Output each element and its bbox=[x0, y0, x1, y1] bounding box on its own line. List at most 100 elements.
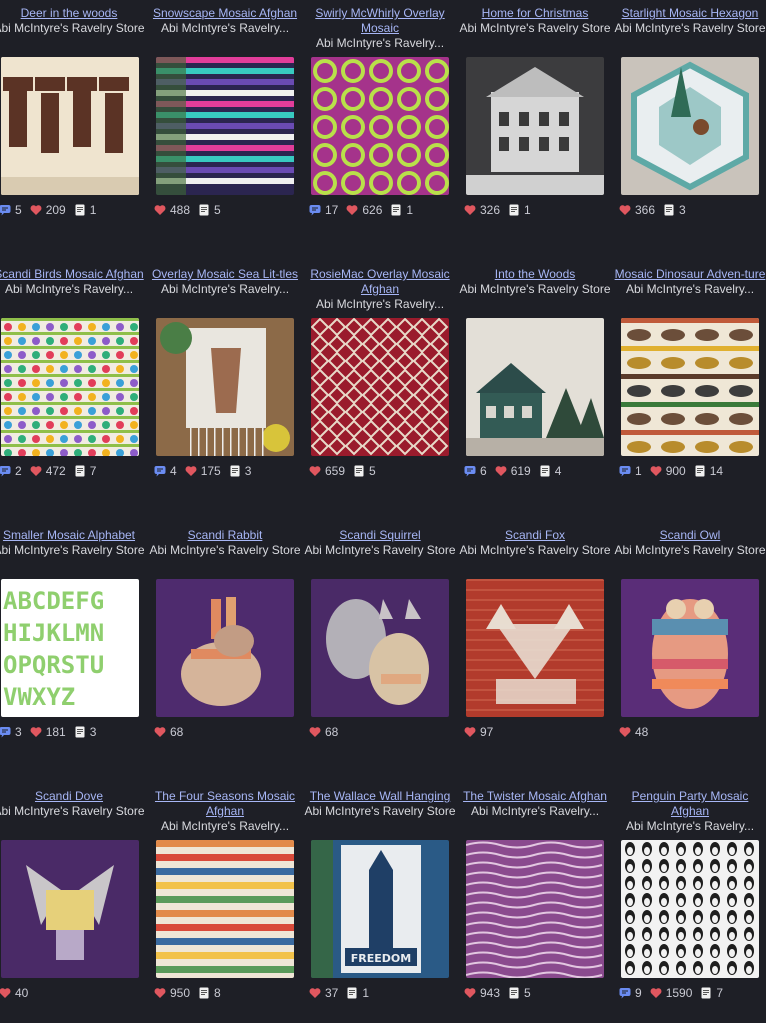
comments-stat[interactable]: 1 bbox=[619, 464, 642, 478]
projects-stat[interactable]: 3 bbox=[663, 203, 686, 217]
favorites-stat[interactable]: 40 bbox=[0, 986, 28, 1000]
comments-stat[interactable]: 6 bbox=[464, 464, 487, 478]
heart-icon bbox=[495, 466, 507, 476]
pattern-thumbnail[interactable] bbox=[466, 840, 604, 978]
pattern-thumbnail[interactable] bbox=[156, 57, 294, 195]
favorites-stat[interactable]: 366 bbox=[619, 203, 655, 217]
projects-stat[interactable]: 5 bbox=[353, 464, 376, 478]
pattern-title-link[interactable]: Deer in the woods bbox=[0, 6, 147, 21]
pattern-title-link[interactable]: Scandi Dove bbox=[0, 789, 147, 804]
store-name: Abi McIntyre's Ravelry Store bbox=[304, 543, 456, 557]
favorites-stat[interactable]: 175 bbox=[185, 464, 221, 478]
pattern-thumbnail[interactable] bbox=[311, 57, 449, 195]
favorites-stat[interactable]: 900 bbox=[650, 464, 686, 478]
pattern-title-link[interactable]: Scandi Rabbit bbox=[147, 528, 303, 543]
projects-stat[interactable]: 14 bbox=[694, 464, 723, 478]
pattern-thumbnail[interactable]: FREEDOM bbox=[311, 840, 449, 978]
pattern-title-link[interactable]: Mosaic Dinosaur Adven-ture bbox=[612, 267, 766, 282]
comments-stat[interactable]: 9 bbox=[619, 986, 642, 1000]
pattern-title-link[interactable]: Penguin Party Mosaic Afghan bbox=[612, 789, 766, 819]
favorites-stat[interactable]: 472 bbox=[30, 464, 66, 478]
projects-stat[interactable]: 1 bbox=[390, 203, 413, 217]
pattern-thumbnail[interactable] bbox=[621, 840, 759, 978]
pattern-stats: 97 bbox=[464, 724, 493, 740]
projects-stat[interactable]: 5 bbox=[508, 986, 531, 1000]
store-name: Abi McIntyre's Ravelry Store bbox=[614, 21, 766, 35]
pattern-thumbnail[interactable] bbox=[156, 318, 294, 456]
favorites-stat-count: 366 bbox=[635, 203, 656, 217]
projects-stat[interactable]: 8 bbox=[198, 986, 221, 1000]
projects-stat[interactable]: 1 bbox=[508, 203, 531, 217]
pattern-card: Scandi Squirrel Abi McIntyre's Ravelry St… bbox=[302, 528, 458, 558]
projects-stat[interactable]: 3 bbox=[229, 464, 251, 478]
comments-stat[interactable]: 3 bbox=[0, 725, 22, 739]
store-name: Abi McIntyre's Ravelry Store bbox=[304, 804, 456, 818]
pattern-title-link[interactable]: Smaller Mosaic Alphabet bbox=[0, 528, 147, 543]
pattern-thumbnail[interactable]: ABCDEFG HIJKLMN OPQRSTU VWXYZ bbox=[1, 579, 139, 717]
pattern-thumbnail[interactable] bbox=[311, 579, 449, 717]
pattern-thumbnail[interactable] bbox=[621, 57, 759, 195]
pattern-thumbnail[interactable] bbox=[466, 318, 604, 456]
comments-stat[interactable]: 4 bbox=[154, 464, 177, 478]
favorites-stat[interactable]: 950 bbox=[154, 986, 190, 1000]
favorites-stat[interactable]: 1590 bbox=[650, 986, 692, 1000]
pattern-title-link[interactable]: Home for Christmas bbox=[457, 6, 613, 21]
pattern-title-link[interactable]: Into the Woods bbox=[457, 267, 613, 282]
pattern-title-link[interactable]: The Twister Mosaic Afghan bbox=[457, 789, 613, 804]
heart-icon bbox=[0, 988, 11, 998]
pattern-thumbnail[interactable] bbox=[156, 579, 294, 717]
pattern-thumbnail[interactable] bbox=[466, 57, 604, 195]
projects-stat-count: 5 bbox=[214, 203, 221, 217]
projects-stat[interactable]: 4 bbox=[539, 464, 561, 478]
pattern-title-link[interactable]: The Wallace Wall Hanging bbox=[302, 789, 458, 804]
projects-stat[interactable]: 3 bbox=[74, 725, 96, 739]
pattern-thumbnail[interactable] bbox=[621, 318, 759, 456]
pattern-thumbnail[interactable] bbox=[1, 318, 139, 456]
comments-stat[interactable]: 5 bbox=[0, 203, 22, 217]
favorites-stat[interactable]: 97 bbox=[464, 725, 493, 739]
favorites-stat[interactable]: 68 bbox=[309, 725, 338, 739]
favorites-stat[interactable]: 943 bbox=[464, 986, 500, 1000]
projects-stat[interactable]: 1 bbox=[346, 986, 369, 1000]
pattern-stats: 326 1 bbox=[464, 202, 531, 218]
pattern-stats: 48 bbox=[619, 724, 648, 740]
favorites-stat[interactable]: 48 bbox=[619, 725, 648, 739]
pattern-title-link[interactable]: The Four Seasons Mosaic Afghan bbox=[147, 789, 303, 819]
projects-stat[interactable]: 5 bbox=[198, 203, 221, 217]
pattern-thumbnail[interactable] bbox=[1, 840, 139, 978]
pattern-title-link[interactable]: Scandi Owl bbox=[612, 528, 766, 543]
store-name: Abi McIntyre's Ravelry... bbox=[160, 282, 290, 296]
favorites-stat[interactable]: 181 bbox=[30, 725, 66, 739]
comments-stat[interactable]: 17 bbox=[309, 203, 338, 217]
favorites-stat[interactable]: 659 bbox=[309, 464, 345, 478]
pattern-title-link[interactable]: Swirly McWhirly Overlay Mosaic bbox=[302, 6, 458, 36]
pattern-thumbnail[interactable] bbox=[1, 57, 139, 195]
favorites-stat[interactable]: 37 bbox=[309, 986, 338, 1000]
projects-stat[interactable]: 1 bbox=[74, 203, 97, 217]
favorites-stat[interactable]: 68 bbox=[154, 725, 183, 739]
pattern-title-link[interactable]: Starlight Mosaic Hexagon bbox=[612, 6, 766, 21]
favorites-stat[interactable]: 326 bbox=[464, 203, 500, 217]
favorites-stat[interactable]: 626 bbox=[346, 203, 382, 217]
pattern-stats: 4 175 3 bbox=[154, 463, 251, 479]
pattern-thumbnail[interactable] bbox=[311, 318, 449, 456]
favorites-stat[interactable]: 619 bbox=[495, 464, 531, 478]
comments-stat-count: 6 bbox=[480, 464, 487, 478]
pattern-title-link[interactable]: RosieMac Overlay Mosaic Afghan bbox=[302, 267, 458, 297]
favorites-stat[interactable]: 488 bbox=[154, 203, 190, 217]
projects-stat[interactable]: 7 bbox=[700, 986, 723, 1000]
pattern-thumbnail[interactable] bbox=[156, 840, 294, 978]
comment-icon bbox=[309, 205, 321, 216]
pattern-title-link[interactable]: Scandi Squirrel bbox=[302, 528, 458, 543]
favorites-stat[interactable]: 209 bbox=[30, 203, 66, 217]
favorites-stat-count: 181 bbox=[45, 725, 66, 739]
comments-stat[interactable]: 2 bbox=[0, 464, 22, 478]
projects-stat-count: 1 bbox=[89, 203, 97, 217]
projects-stat[interactable]: 7 bbox=[74, 464, 96, 478]
pattern-title-link[interactable]: Snowscape Mosaic Afghan bbox=[147, 6, 303, 21]
pattern-title-link[interactable]: Scandi Birds Mosaic Afghan bbox=[0, 267, 147, 282]
pattern-title-link[interactable]: Scandi Fox bbox=[457, 528, 613, 543]
pattern-title-link[interactable]: Overlay Mosaic Sea Lit-tles bbox=[147, 267, 303, 282]
pattern-thumbnail[interactable] bbox=[621, 579, 759, 717]
pattern-thumbnail[interactable] bbox=[466, 579, 604, 717]
